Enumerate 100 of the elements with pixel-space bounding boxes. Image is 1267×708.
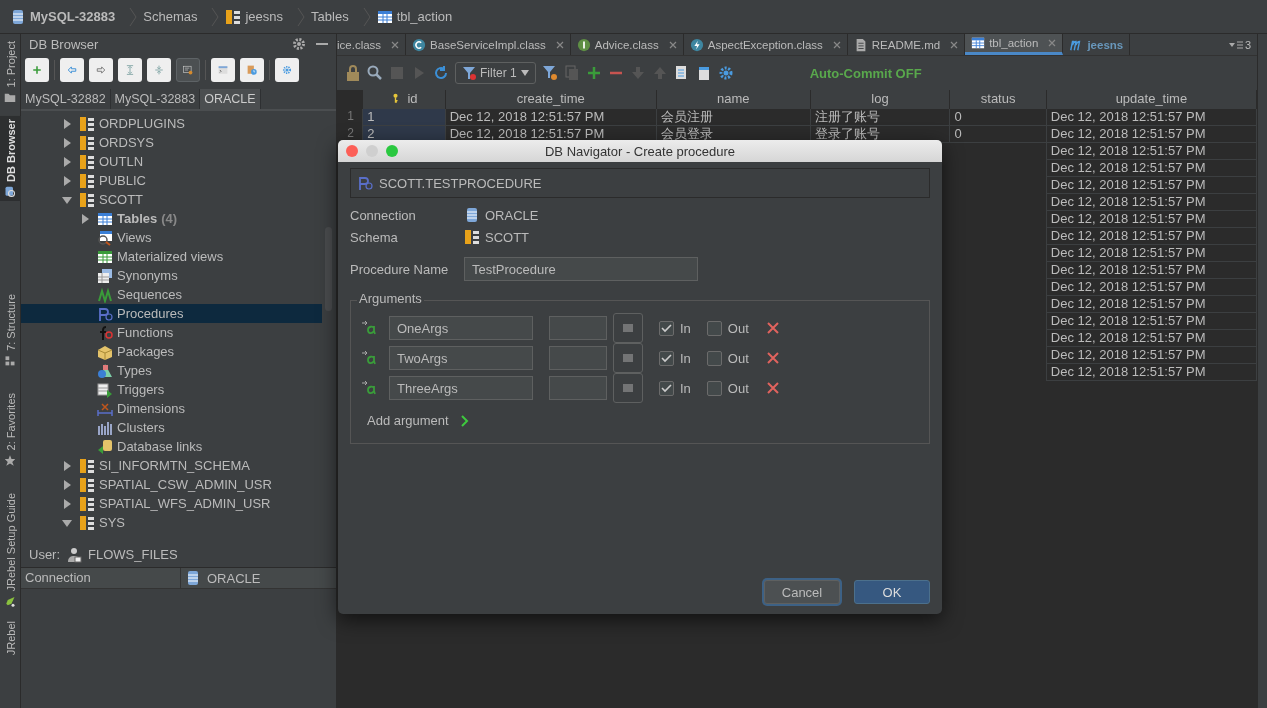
- menu-icon: [623, 354, 633, 362]
- tree-item[interactable]: ORDPLUGINS: [21, 114, 336, 133]
- argument-type-field[interactable]: [549, 376, 607, 400]
- name-input-field[interactable]: TestProcedure: [464, 257, 698, 281]
- tree-item[interactable]: Views: [21, 228, 336, 247]
- back-arrow-button[interactable]: [60, 58, 84, 82]
- cluster-icon: [97, 419, 113, 436]
- editor-tab[interactable]: BaseServiceImpl.class: [406, 34, 571, 55]
- add-button[interactable]: [25, 58, 49, 82]
- tree-label: Dimensions: [117, 401, 185, 416]
- tool-window-tab[interactable]: DB Browser: [0, 116, 21, 202]
- tree-item[interactable]: Clusters: [21, 418, 336, 437]
- tree-item[interactable]: PUBLIC: [21, 171, 336, 190]
- tree-item[interactable]: Functions: [21, 323, 336, 342]
- forward-arrow-button[interactable]: [89, 58, 113, 82]
- ok-button[interactable]: OK: [854, 580, 930, 604]
- argument-name-field[interactable]: OneArgs: [389, 316, 533, 340]
- tab-label: jeesns: [1087, 38, 1124, 51]
- tree-item[interactable]: SPATIAL_CSW_ADMIN_USR: [21, 475, 336, 494]
- column-header[interactable]: id: [362, 90, 446, 108]
- remove-argument-button[interactable]: [766, 352, 779, 364]
- argument-type-field[interactable]: [549, 316, 607, 340]
- close-icon: [766, 322, 779, 334]
- procedure-icon: [357, 175, 373, 191]
- connection-tab[interactable]: ORACLE: [200, 89, 261, 109]
- tree-item[interactable]: Synonyms: [21, 266, 336, 285]
- argument-type-field[interactable]: [549, 346, 607, 370]
- argument-name-field[interactable]: TwoArgs: [389, 346, 533, 370]
- sequence-icon: [97, 286, 113, 303]
- tree-item[interactable]: Types: [21, 361, 336, 380]
- tree-label: Clusters: [117, 420, 165, 435]
- breadcrumb-item[interactable]: tbl_action: [374, 8, 463, 25]
- column-header[interactable]: update_time: [1046, 90, 1257, 108]
- expand-all-button[interactable]: [118, 58, 142, 82]
- minimize-button[interactable]: [366, 145, 378, 157]
- type-menu-button[interactable]: [613, 313, 643, 343]
- tool-window-tab[interactable]: 2: Favorites: [0, 390, 21, 470]
- close-button[interactable]: [346, 145, 358, 157]
- tree-item[interactable]: Database links: [21, 437, 336, 456]
- tool-window-tab[interactable]: 1: Project: [0, 38, 21, 107]
- type-menu-button[interactable]: [613, 343, 643, 373]
- remove-argument-button[interactable]: [766, 382, 779, 394]
- tree-item[interactable]: Sequences: [21, 285, 336, 304]
- tree-label: Views: [117, 230, 152, 245]
- tree-item[interactable]: Tables (4): [21, 209, 336, 228]
- column-header[interactable]: status: [949, 90, 1047, 108]
- schema-icon: [79, 457, 95, 474]
- filter-dropdown[interactable]: Filter 1: [455, 62, 536, 84]
- checkbox[interactable]: [706, 320, 722, 336]
- editor-tab[interactable]: jeesns: [1063, 34, 1131, 55]
- zoom-button[interactable]: [386, 145, 398, 157]
- breadcrumb-item[interactable]: jeesns: [223, 8, 294, 25]
- schema-icon: [79, 153, 95, 170]
- tree-item[interactable]: Materialized views: [21, 247, 336, 266]
- argument-name-field[interactable]: ThreeArgs: [389, 376, 533, 400]
- remove-argument-button[interactable]: [766, 322, 779, 334]
- user-label: User:: [29, 547, 61, 562]
- checkbox[interactable]: [706, 380, 722, 396]
- table-cell: Dec 12, 2018 12:51:57 PM: [1046, 227, 1257, 244]
- editor-tab[interactable]: tbl_action: [965, 34, 1064, 55]
- tree-item[interactable]: SCOTT: [21, 190, 336, 209]
- add-argument-link[interactable]: Add argument: [367, 413, 449, 428]
- schema-icon: [79, 134, 95, 151]
- breadcrumb-item[interactable]: Tables: [309, 9, 359, 24]
- tree-item[interactable]: Procedures: [21, 304, 322, 323]
- column-header[interactable]: name: [656, 90, 811, 108]
- table-cell: Dec 12, 2018 12:51:57 PM: [1046, 295, 1257, 312]
- tree-item[interactable]: Triggers: [21, 380, 336, 399]
- breadcrumb-item[interactable]: Schemas: [141, 9, 208, 24]
- collapse-all-button[interactable]: [147, 58, 171, 82]
- editor-tab[interactable]: ice.class: [337, 34, 407, 55]
- tree-item[interactable]: OUTLN: [21, 152, 336, 171]
- checkbox[interactable]: [706, 350, 722, 366]
- settings-button[interactable]: [275, 58, 299, 82]
- tree-item[interactable]: SPATIAL_WFS_ADMIN_USR: [21, 494, 336, 513]
- close-icon: [1048, 39, 1057, 47]
- breadcrumb-item[interactable]: MySQL-32883: [8, 8, 126, 25]
- tree-item[interactable]: Dimensions: [21, 399, 336, 418]
- editor-tab[interactable]: AspectException.class: [683, 34, 848, 55]
- history-button[interactable]: [240, 58, 264, 82]
- tool-window-tab[interactable]: 7: Structure: [0, 291, 21, 371]
- object-filter-button[interactable]: [176, 58, 200, 82]
- column-header[interactable]: create_time: [445, 90, 657, 108]
- checkbox[interactable]: [659, 320, 674, 336]
- editor-tab[interactable]: Advice.class: [570, 34, 684, 55]
- tree-item[interactable]: ORDSYS: [21, 133, 336, 152]
- table-cell: Dec 12, 2018 12:51:57 PM: [1046, 142, 1257, 159]
- checkbox[interactable]: [659, 350, 674, 366]
- console-button[interactable]: [211, 58, 235, 82]
- type-menu-button[interactable]: [613, 373, 643, 403]
- tool-window-tab[interactable]: JRebel: [0, 618, 21, 659]
- tree-item[interactable]: SYS: [21, 513, 336, 532]
- tree-item[interactable]: SI_INFORMTN_SCHEMA: [21, 456, 336, 475]
- settings-icon: [292, 37, 306, 51]
- tool-window-tab[interactable]: JRebel Setup Guide: [0, 489, 21, 611]
- cancel-button[interactable]: Cancel: [764, 580, 840, 604]
- schema-icon: [79, 476, 95, 493]
- checkbox[interactable]: [659, 380, 674, 396]
- column-header[interactable]: log: [810, 90, 950, 108]
- tree-item[interactable]: Packages: [21, 342, 336, 361]
